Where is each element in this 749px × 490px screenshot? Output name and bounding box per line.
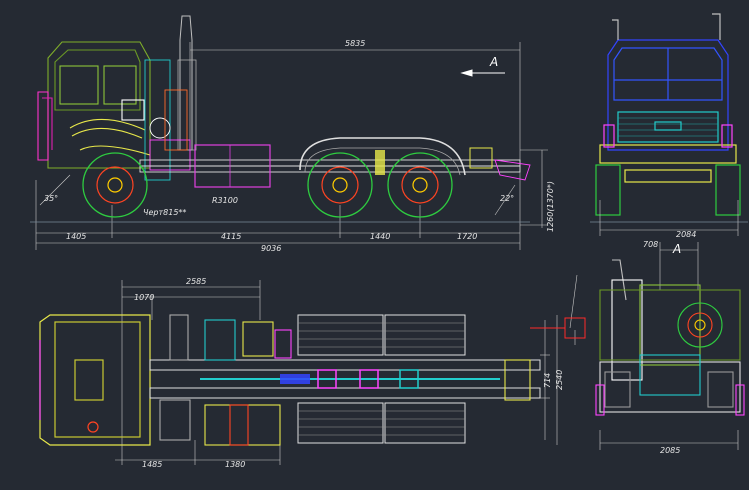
rear-dim-708: 708 (643, 240, 658, 249)
rear-view: A 708 2085 (595, 240, 745, 455)
view-marker-a-side: A (489, 55, 498, 69)
dim-4115: 4115 (221, 232, 241, 241)
top-dim-1070: 1070 (134, 293, 154, 302)
front-view: 2084 (590, 13, 748, 239)
dim-overall-top: 5835 (345, 39, 365, 48)
top-dim-1485: 1485 (142, 460, 162, 469)
dim-1405: 1405 (66, 232, 86, 241)
dim-total: 9036 (261, 244, 281, 253)
top-view: 2585 1070 1485 1380 714 2540 (39, 274, 586, 469)
angle-rear: 22° (500, 194, 514, 203)
side-wheels (82, 152, 453, 218)
cad-drawing: 5835 A 35° 22° Черт815** R3100 1260(1370… (30, 13, 748, 469)
top-dim-714: 714 (543, 373, 552, 388)
front-width: 2084 (676, 230, 696, 239)
top-dim-2585: 2585 (186, 277, 206, 286)
top-dim-2540: 2540 (555, 370, 564, 390)
tyre-label: Черт815** (143, 208, 186, 217)
view-marker-a-rear: A (672, 242, 681, 256)
angle-front: 35° (44, 194, 58, 203)
top-dim-1380: 1380 (225, 460, 245, 469)
dim-1440: 1440 (370, 232, 390, 241)
height-label: 1260(1370*) (546, 181, 555, 232)
radius-label: R3100 (212, 196, 238, 205)
side-view: 5835 A 35° 22° Черт815** R3100 1260(1370… (30, 15, 555, 253)
dim-1720: 1720 (457, 232, 477, 241)
rear-dim-2085: 2085 (660, 446, 680, 455)
